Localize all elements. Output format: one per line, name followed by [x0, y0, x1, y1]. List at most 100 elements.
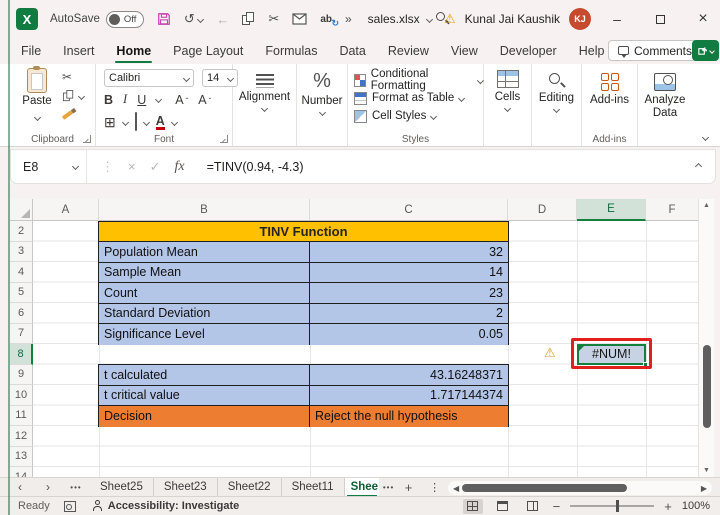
row-header-12[interactable]: 12 [10, 426, 33, 447]
formula-bar-expand-icon[interactable] [695, 163, 702, 170]
decision-value-cell[interactable]: Reject the null hypothesis [310, 406, 508, 427]
save-button[interactable] [157, 12, 171, 26]
bold-button[interactable]: B [104, 93, 113, 107]
row-header-8[interactable]: 8 [10, 344, 33, 365]
tab-page-layout[interactable]: Page Layout [162, 38, 254, 64]
zoom-slider[interactable] [570, 505, 654, 507]
row-header-14[interactable]: 14 [10, 467, 33, 477]
tab-home[interactable]: Home [105, 38, 162, 64]
table-title-cell[interactable]: TINV Function [99, 222, 508, 243]
result-label-cell[interactable]: t calculated [99, 365, 310, 386]
error-trace-icon[interactable]: ⚠ [544, 345, 556, 361]
sheet-tab-active[interactable]: Shee [345, 478, 379, 497]
name-box[interactable]: E8 [11, 150, 87, 183]
scroll-up-icon[interactable]: ▲ [699, 202, 714, 209]
tab-formulas[interactable]: Formulas [254, 38, 328, 64]
comments-button[interactable]: Comments [608, 40, 702, 61]
alignment-button[interactable]: Alignment [233, 64, 296, 146]
row-header-9[interactable]: 9 [10, 365, 33, 386]
cell-styles-button[interactable]: Cell Styles [354, 107, 483, 125]
qat-overflow-button[interactable]: » [345, 12, 352, 26]
scroll-down-icon[interactable]: ▼ [699, 467, 714, 474]
shrink-font-button[interactable]: Aˇ [198, 93, 211, 107]
tab-developer[interactable]: Developer [489, 38, 568, 64]
cells-button[interactable]: Cells [484, 64, 531, 146]
param-label-cell[interactable]: Standard Deviation [99, 304, 310, 325]
cut-button[interactable]: ✂ [268, 11, 279, 27]
titlebar-alert-icon[interactable]: ⚠ [444, 11, 456, 27]
tab-review[interactable]: Review [377, 38, 440, 64]
italic-button[interactable]: I [123, 92, 127, 107]
vertical-scrollbar-thumb[interactable] [703, 345, 711, 428]
row-header-5[interactable]: 5 [10, 283, 33, 304]
column-header-b[interactable]: B [99, 199, 310, 221]
param-label-cell[interactable]: Significance Level [99, 324, 310, 345]
paste-dropdown-icon[interactable] [33, 114, 40, 121]
param-value-cell[interactable]: 14 [310, 263, 508, 284]
borders-button[interactable]: ⊞ [104, 114, 116, 131]
select-all-corner[interactable] [10, 199, 33, 221]
grow-font-button[interactable]: Aˆ [175, 93, 188, 107]
autosave-toggle[interactable]: Off [106, 11, 144, 28]
borders-dropdown-icon[interactable] [122, 119, 129, 126]
share-button[interactable] [692, 40, 719, 61]
horizontal-scrollbar[interactable]: ◀ ▶ [448, 481, 712, 495]
font-color-dropdown-icon[interactable] [171, 119, 178, 126]
row-header-2[interactable]: 2 [10, 221, 33, 242]
normal-view-button[interactable] [463, 499, 483, 514]
ribbon-collapse-icon[interactable] [702, 134, 709, 141]
column-header-d[interactable]: D [508, 199, 577, 221]
fill-color-button[interactable] [135, 116, 137, 130]
clipboard-dialog-launcher[interactable] [83, 135, 91, 143]
undo-button[interactable]: ↺ [184, 11, 204, 27]
name-box-dropdown-icon[interactable] [72, 163, 79, 170]
param-label-cell[interactable]: Count [99, 283, 310, 304]
sheet-tab-overflow[interactable]: ••• [379, 483, 399, 492]
formula-bar-kebab-icon[interactable]: ⋮ [101, 159, 114, 175]
copy-ribbon-button[interactable] [62, 89, 84, 103]
filename-dropdown-icon[interactable] [426, 15, 433, 22]
excel-logo-icon[interactable]: X [16, 8, 38, 30]
avatar[interactable]: KJ [569, 8, 591, 30]
tab-file[interactable]: File [10, 38, 52, 64]
next-sheet-button[interactable]: › [34, 480, 62, 494]
param-value-cell[interactable]: 0.05 [310, 324, 508, 345]
redo-button[interactable]: ← [216, 12, 229, 27]
row-header-4[interactable]: 4 [10, 262, 33, 283]
accessibility-icon[interactable] [92, 500, 103, 512]
macro-record-icon[interactable] [64, 501, 76, 512]
column-header-a[interactable]: A [33, 199, 99, 221]
row-header-10[interactable]: 10 [10, 385, 33, 406]
active-cell-e8[interactable]: #NUM! [577, 344, 646, 365]
new-sheet-button[interactable]: + [399, 480, 419, 495]
result-value-cell[interactable]: 1.717144374 [310, 386, 508, 407]
sheet-list-button[interactable]: ••• [62, 483, 90, 492]
analyze-data-button[interactable]: Analyze Data [638, 64, 692, 146]
confirm-entry-button[interactable]: ✓ [150, 159, 161, 175]
page-layout-view-button[interactable] [493, 499, 513, 514]
copy-button[interactable] [242, 12, 255, 26]
underline-dropdown-icon[interactable] [155, 96, 162, 103]
scroll-right-icon[interactable]: ▶ [701, 484, 707, 493]
column-header-c[interactable]: C [310, 199, 508, 221]
result-value-cell[interactable]: 43.16248371 [310, 365, 508, 386]
user-name[interactable]: Kunal Jai Kaushik [465, 12, 560, 26]
row-header-7[interactable]: 7 [10, 324, 33, 345]
scroll-left-icon[interactable]: ◀ [453, 484, 459, 493]
tab-insert[interactable]: Insert [52, 38, 105, 64]
row-header-3[interactable]: 3 [10, 242, 33, 263]
number-button[interactable]: % Number [297, 64, 347, 146]
zoom-in-button[interactable]: + [664, 499, 672, 514]
zoom-level[interactable]: 100% [682, 500, 710, 512]
cut-ribbon-button[interactable]: ✂ [62, 70, 72, 84]
sheet-tab-sheet25[interactable]: Sheet25 [90, 478, 154, 497]
cancel-entry-button[interactable]: × [128, 159, 136, 174]
prev-sheet-button[interactable]: ‹ [6, 480, 34, 494]
column-header-f[interactable]: F [646, 199, 698, 221]
font-color-button[interactable]: A [156, 116, 165, 130]
fill-color-dropdown-icon[interactable] [143, 119, 150, 126]
editing-button[interactable]: Editing [532, 64, 581, 146]
column-header-e[interactable]: E [577, 199, 646, 221]
insert-function-button[interactable]: fx [175, 159, 185, 175]
formula-input[interactable]: =TINV(0.94, -4.3) [207, 160, 304, 174]
